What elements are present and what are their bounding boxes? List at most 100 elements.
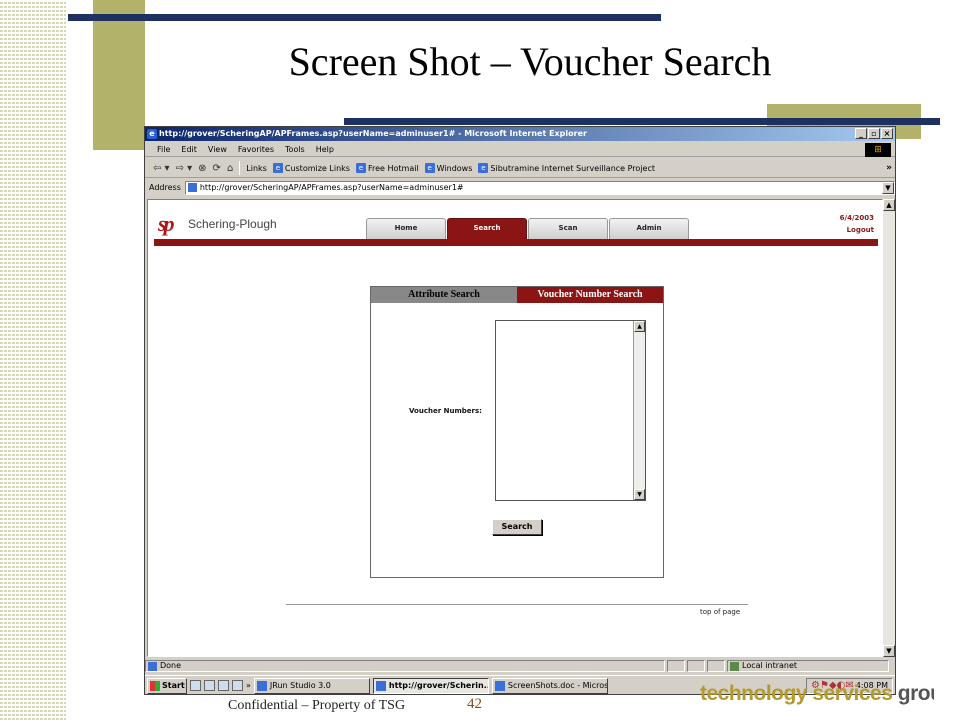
task-label: JRun Studio 3.0 bbox=[269, 681, 331, 690]
page-number: 42 bbox=[467, 696, 482, 712]
address-url: http://grover/ScheringAP/APFrames.asp?us… bbox=[199, 182, 464, 192]
intranet-icon bbox=[730, 662, 739, 671]
quicklaunch-ie-icon[interactable] bbox=[204, 680, 215, 691]
link-page-icon: e bbox=[272, 163, 283, 173]
link-label: Free Hotmail bbox=[367, 163, 419, 173]
word-icon bbox=[494, 680, 505, 691]
link-label: Sibutramine Internet Surveillance Projec… bbox=[490, 163, 655, 173]
search-panel-tabs: Attribute Search Voucher Number Search bbox=[371, 287, 663, 303]
tsg-logo-text: technology services bbox=[700, 682, 898, 705]
status-bar: Done Local intranet bbox=[145, 659, 895, 673]
ie-window: e http://grover/ScheringAP/APFrames.asp?… bbox=[144, 126, 896, 695]
jrun-icon bbox=[256, 680, 267, 691]
slide-navy-bar-right bbox=[344, 118, 940, 125]
status-text: Done bbox=[160, 661, 182, 670]
footer-confidential: Confidential – Property of TSG bbox=[228, 698, 406, 713]
slide-navy-bar-top bbox=[68, 14, 661, 21]
status-empty-cell bbox=[687, 660, 705, 672]
task-label: ScreenShots.doc - Micros... bbox=[507, 681, 608, 690]
address-label: Address bbox=[149, 183, 181, 192]
logo-text: Schering-Plough bbox=[188, 217, 277, 231]
scroll-down-icon[interactable]: ▼ bbox=[634, 489, 645, 500]
status-zone: Local intranet bbox=[742, 661, 798, 670]
link-customize-links[interactable]: e Customize Links bbox=[272, 163, 350, 173]
logo-mark-icon: sp bbox=[158, 211, 175, 236]
address-bar: Address http://grover/ScheringAP/APFrame… bbox=[145, 179, 895, 196]
tab-attribute-search[interactable]: Attribute Search bbox=[371, 287, 517, 303]
quicklaunch-outlook-icon[interactable] bbox=[218, 680, 229, 691]
link-page-icon: e bbox=[355, 163, 366, 173]
windows-flag-icon bbox=[150, 680, 160, 691]
tab-search[interactable]: Search bbox=[447, 218, 527, 239]
window-title: http://grover/ScheringAP/APFrames.asp?us… bbox=[159, 129, 587, 138]
link-page-icon: e bbox=[424, 163, 435, 173]
menu-view[interactable]: View bbox=[208, 145, 227, 154]
ie-icon: e bbox=[147, 129, 157, 139]
toolbar-separator bbox=[239, 161, 241, 175]
status-empty-cell bbox=[707, 660, 725, 672]
menu-file[interactable]: File bbox=[157, 145, 170, 154]
minimize-button[interactable]: _ bbox=[855, 128, 867, 139]
voucher-numbers-label: Voucher Numbers: bbox=[409, 407, 482, 415]
logout-link[interactable]: Logout bbox=[847, 226, 874, 234]
page-scrollbar[interactable]: ▲ ▼ bbox=[883, 199, 895, 657]
menu-tools[interactable]: Tools bbox=[285, 145, 305, 154]
links-label: Links bbox=[246, 163, 267, 173]
ie-icon bbox=[375, 680, 386, 691]
top-of-page-link[interactable]: top of page bbox=[700, 608, 740, 616]
address-input[interactable]: http://grover/ScheringAP/APFrames.asp?us… bbox=[184, 180, 895, 195]
menu-favorites[interactable]: Favorites bbox=[238, 145, 274, 154]
back-icon[interactable]: ⇦ ▾ bbox=[153, 163, 170, 174]
slide-stripe-pattern bbox=[0, 0, 66, 720]
footer-divider bbox=[286, 604, 748, 605]
quicklaunch-overflow-icon[interactable]: » bbox=[246, 681, 251, 690]
tsg-logo-text-dark: group bbox=[897, 682, 934, 705]
voucher-numbers-textarea[interactable]: ▲ ▼ bbox=[495, 320, 646, 501]
stop-icon[interactable]: ⊗ bbox=[198, 163, 206, 174]
quicklaunch-media-icon[interactable] bbox=[232, 680, 243, 691]
schering-plough-logo: sp Schering-Plough bbox=[158, 211, 277, 236]
search-button[interactable]: Search bbox=[492, 519, 542, 535]
tab-scan[interactable]: Scan bbox=[528, 218, 608, 239]
menu-edit[interactable]: Edit bbox=[181, 145, 197, 154]
tab-admin[interactable]: Admin bbox=[609, 218, 689, 239]
link-sibutramine[interactable]: e Sibutramine Internet Surveillance Proj… bbox=[478, 163, 655, 173]
status-empty-cell bbox=[667, 660, 685, 672]
window-controls: _ ▫ × bbox=[855, 128, 893, 139]
menu-help[interactable]: Help bbox=[316, 145, 334, 154]
current-date: 6/4/2003 bbox=[839, 214, 874, 222]
scroll-up-icon[interactable]: ▲ bbox=[883, 199, 895, 211]
scroll-down-icon[interactable]: ▼ bbox=[883, 645, 895, 657]
task-jrun-studio[interactable]: JRun Studio 3.0 bbox=[253, 677, 370, 694]
windows-throbber-icon: ⊞ bbox=[865, 143, 891, 157]
forward-icon[interactable]: ⇨ ▾ bbox=[176, 163, 193, 174]
textarea-scrollbar[interactable]: ▲ ▼ bbox=[633, 321, 645, 500]
close-button[interactable]: × bbox=[881, 128, 893, 139]
search-panel: Attribute Search Voucher Number Search V… bbox=[370, 286, 664, 578]
start-label: Start bbox=[162, 681, 185, 690]
slide-title: Screen Shot – Voucher Search bbox=[288, 39, 772, 84]
menu-bar: File Edit View Favorites Tools Help bbox=[145, 142, 895, 157]
link-windows[interactable]: e Windows bbox=[424, 163, 472, 173]
toolbar-overflow-icon[interactable]: » bbox=[886, 163, 892, 173]
task-word-doc[interactable]: ScreenShots.doc - Micros... bbox=[491, 677, 608, 694]
quicklaunch-desktop-icon[interactable] bbox=[190, 680, 201, 691]
status-done-cell: Done bbox=[145, 660, 665, 672]
slide-olive-block-left bbox=[93, 0, 145, 150]
scroll-up-icon[interactable]: ▲ bbox=[634, 321, 645, 332]
maximize-button[interactable]: ▫ bbox=[868, 128, 880, 139]
link-label: Customize Links bbox=[284, 163, 350, 173]
tab-home[interactable]: Home bbox=[366, 218, 446, 239]
tsg-logo: technology services group bbox=[700, 682, 934, 708]
home-icon[interactable]: ⌂ bbox=[227, 163, 233, 174]
page-viewport: sp Schering-Plough Home Search Scan Admi… bbox=[147, 199, 883, 657]
status-zone-cell: Local intranet bbox=[727, 660, 889, 672]
address-dropdown-icon[interactable]: ▼ bbox=[882, 181, 894, 194]
start-button[interactable]: Start bbox=[147, 677, 187, 694]
window-titlebar: e http://grover/ScheringAP/APFrames.asp?… bbox=[145, 127, 895, 141]
link-page-icon: e bbox=[478, 163, 489, 173]
tab-voucher-number-search[interactable]: Voucher Number Search bbox=[517, 287, 663, 303]
task-ie-window[interactable]: http://grover/Scherin... bbox=[372, 677, 489, 694]
link-free-hotmail[interactable]: e Free Hotmail bbox=[355, 163, 419, 173]
refresh-icon[interactable]: ⟳ bbox=[213, 163, 221, 174]
